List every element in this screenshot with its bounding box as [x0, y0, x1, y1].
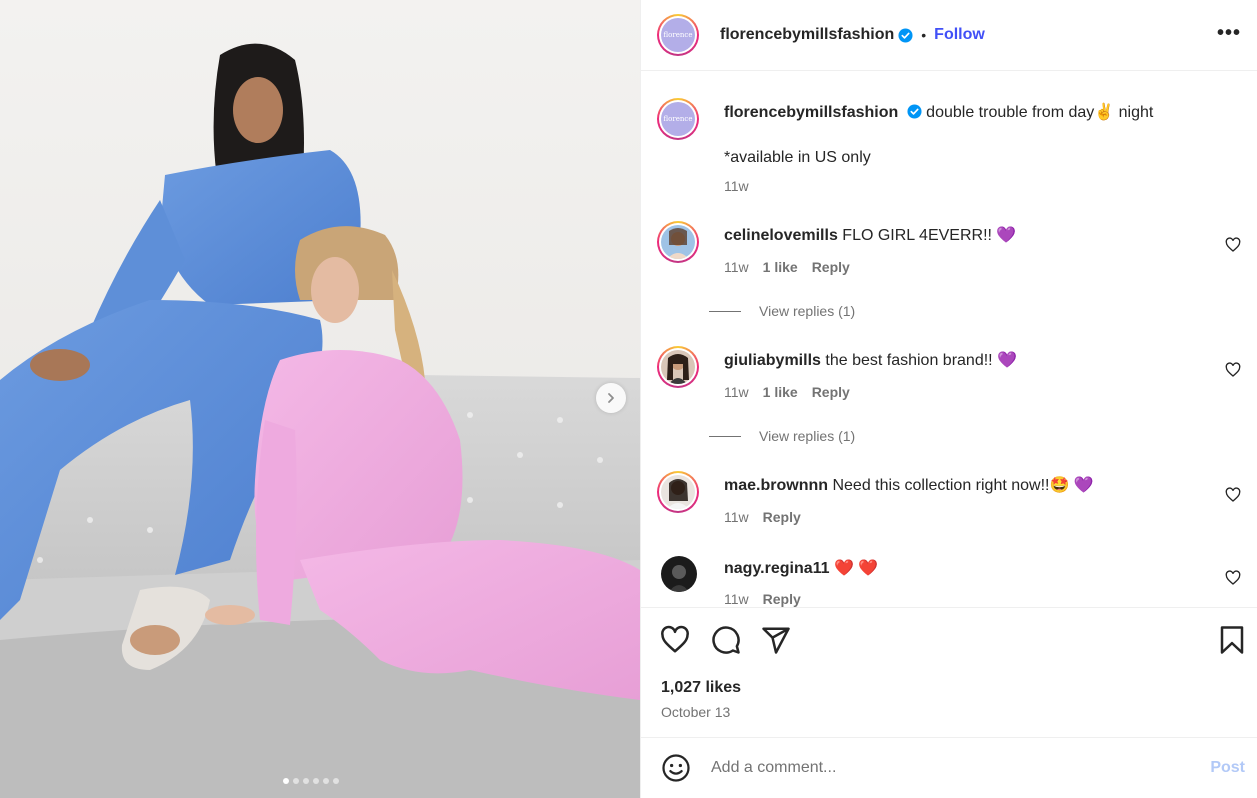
comment-meta: 11w Reply — [724, 509, 801, 525]
author-avatar[interactable]: florence — [657, 98, 699, 140]
bookmark-icon[interactable] — [1217, 625, 1247, 655]
comment-username[interactable]: giuliabymills — [724, 352, 821, 369]
post-panel: florence florencebymillsfashion • Follow… — [640, 0, 1257, 798]
post-header: florence florencebymillsfashion • Follow… — [641, 0, 1257, 71]
chevron-right-icon — [608, 393, 614, 403]
comment-time[interactable]: 11w — [724, 384, 749, 400]
comment-meta: 11w Reply — [724, 591, 801, 607]
caption-meta: 11w — [724, 178, 749, 194]
post-date[interactable]: October 13 — [661, 704, 730, 720]
comment-input[interactable] — [711, 759, 1191, 777]
author-username[interactable]: florencebymillsfashion — [720, 26, 894, 44]
comment-text: ❤️ ❤️ — [833, 560, 879, 577]
comment-username[interactable]: nagy.regina11 — [724, 560, 830, 577]
avatar — [661, 475, 695, 509]
comment-likes[interactable]: 1 like — [763, 259, 798, 275]
comment-icon[interactable] — [711, 625, 741, 655]
emoji-icon[interactable] — [661, 753, 691, 783]
comment-username[interactable]: celinelovemills — [724, 227, 838, 244]
comment-avatar[interactable] — [661, 556, 697, 592]
post-media — [0, 0, 640, 798]
verified-icon — [907, 104, 922, 119]
comment-likes[interactable]: 1 like — [763, 384, 798, 400]
heart-icon[interactable] — [1225, 570, 1241, 586]
carousel-dot — [323, 778, 329, 784]
view-replies-button[interactable]: View replies (1) — [709, 428, 855, 444]
view-replies-button[interactable]: View replies (1) — [709, 303, 855, 319]
next-slide-button[interactable] — [596, 383, 626, 413]
avatar — [661, 350, 695, 384]
brand-logo: florence — [661, 18, 695, 52]
add-comment-bar: Post — [641, 737, 1257, 798]
comment-meta: 11w 1 like Reply — [724, 384, 850, 400]
verified-icon — [898, 27, 913, 43]
comment-text: FLO GIRL 4EVERR!! 💜 — [842, 227, 1017, 244]
caption-text: double trouble from day✌️ night — [926, 104, 1154, 121]
caption-username[interactable]: florencebymillsfashion — [724, 104, 898, 121]
carousel-dot — [313, 778, 319, 784]
comment-time[interactable]: 11w — [724, 259, 749, 275]
action-bar: 1,027 likes October 13 — [641, 607, 1257, 737]
comment-meta: 11w 1 like Reply — [724, 259, 850, 275]
comment-time[interactable]: 11w — [724, 591, 749, 607]
brand-logo: florence — [661, 102, 695, 136]
divider-line — [709, 435, 741, 437]
reply-button[interactable]: Reply — [763, 591, 801, 607]
heart-icon[interactable] — [660, 625, 690, 655]
reply-button[interactable]: Reply — [812, 259, 850, 275]
post-comment-button[interactable]: Post — [1210, 759, 1245, 777]
comment-item: nagy.regina11 ❤️ ❤️ 11w Reply — [657, 554, 1241, 607]
reply-button[interactable]: Reply — [763, 509, 801, 525]
comment-avatar[interactable] — [657, 221, 699, 263]
comment-username[interactable]: mae.brownnn — [724, 477, 828, 494]
post-photo — [0, 0, 640, 798]
separator-dot: • — [921, 27, 927, 43]
comment-line: giuliabymills the best fashion brand!! 💜 — [724, 351, 1017, 371]
more-icon[interactable]: ••• — [1217, 22, 1241, 45]
comment-line: mae.brownnn Need this collection right n… — [724, 476, 1094, 496]
comment-time[interactable]: 11w — [724, 509, 749, 525]
carousel-indicator — [283, 778, 339, 784]
likes-count[interactable]: 1,027 likes — [661, 679, 741, 697]
carousel-dot — [303, 778, 309, 784]
caption: florence florencebymillsfashion double t… — [657, 98, 1241, 198]
heart-icon[interactable] — [1225, 237, 1241, 253]
follow-button[interactable]: Follow — [934, 26, 985, 44]
divider-line — [709, 310, 741, 312]
comment-avatar[interactable] — [657, 346, 699, 388]
comment-line: nagy.regina11 ❤️ ❤️ — [724, 559, 878, 579]
caption-time[interactable]: 11w — [724, 178, 749, 194]
comment-line: celinelovemills FLO GIRL 4EVERR!! 💜 — [724, 226, 1016, 246]
comment-text: Need this collection right now!!🤩 💜 — [832, 477, 1094, 494]
avatar — [661, 556, 697, 592]
comment-text: the best fashion brand!! 💜 — [825, 352, 1017, 369]
heart-icon[interactable] — [1225, 487, 1241, 503]
comment-item: mae.brownnn Need this collection right n… — [657, 471, 1241, 551]
share-icon[interactable] — [761, 625, 791, 655]
caption-line2: *available in US only — [724, 149, 871, 166]
view-replies-label: View replies (1) — [759, 428, 856, 444]
reply-button[interactable]: Reply — [812, 384, 850, 400]
caption-line: florencebymillsfashion double trouble fr… — [724, 103, 1153, 123]
avatar — [661, 225, 695, 259]
carousel-dot — [283, 778, 289, 784]
comment-avatar[interactable] — [657, 471, 699, 513]
carousel-dot — [293, 778, 299, 784]
author-avatar[interactable]: florence — [657, 14, 699, 56]
view-replies-label: View replies (1) — [759, 303, 856, 319]
post-view: florence florencebymillsfashion • Follow… — [0, 0, 1257, 798]
comments-list: florence florencebymillsfashion double t… — [641, 71, 1257, 607]
carousel-dot — [333, 778, 339, 784]
heart-icon[interactable] — [1225, 362, 1241, 378]
